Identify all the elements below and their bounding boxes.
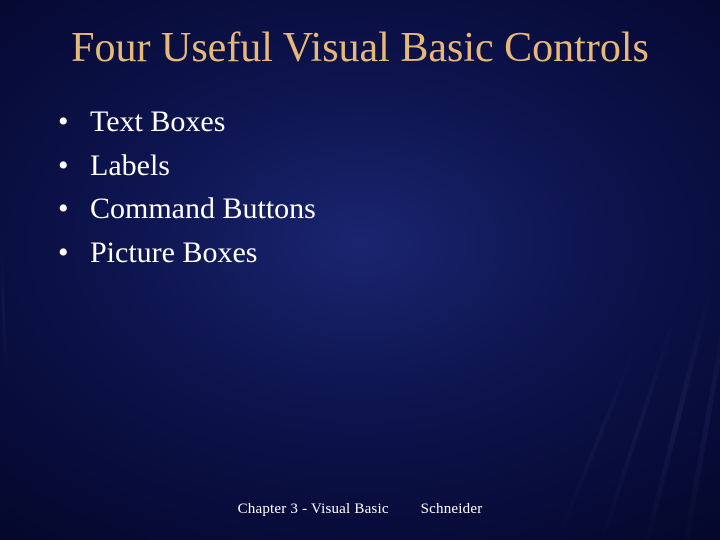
- slide-title: Four Useful Visual Basic Controls: [0, 0, 720, 72]
- list-item: Picture Boxes: [58, 231, 720, 275]
- slide-footer: Chapter 3 - Visual Basic Schneider: [0, 501, 720, 518]
- footer-chapter: Chapter 3 - Visual Basic: [238, 501, 389, 517]
- list-item: Text Boxes: [58, 100, 720, 144]
- footer-author: Schneider: [421, 501, 483, 517]
- bullet-list: Text Boxes Labels Command Buttons Pictur…: [0, 100, 720, 274]
- list-item: Command Buttons: [58, 187, 720, 231]
- decorative-streak: [679, 272, 720, 540]
- list-item: Labels: [58, 144, 720, 188]
